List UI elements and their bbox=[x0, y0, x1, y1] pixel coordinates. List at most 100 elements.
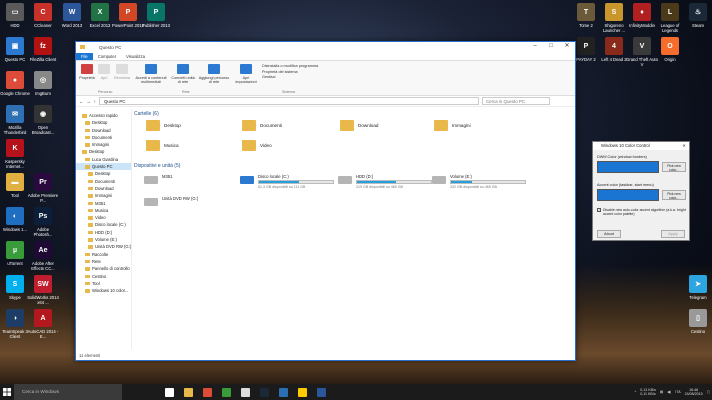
search-input[interactable]: Cerca in Questo PC bbox=[481, 97, 550, 105]
apply-button[interactable]: Apply bbox=[661, 230, 685, 238]
nav-item-desktop[interactable]: Desktop bbox=[76, 170, 131, 177]
nav-item-m351[interactable]: M351 bbox=[76, 200, 131, 207]
desktop-icon-kaspersky-internet[interactable]: K Kaspersky Internet... bbox=[0, 139, 31, 169]
nav-item-download[interactable]: Download bbox=[76, 127, 131, 134]
network-icon[interactable]: ▤ bbox=[660, 390, 663, 394]
address-bar[interactable]: Questo PC bbox=[98, 97, 479, 105]
taskbar-app-6[interactable] bbox=[274, 384, 293, 400]
maximize-button[interactable]: □ bbox=[543, 42, 559, 51]
desktop-icon-steam[interactable]: ♨ Steam bbox=[682, 3, 712, 28]
nav-item-musica[interactable]: Musica bbox=[76, 207, 131, 214]
folder-video[interactable]: Video bbox=[242, 140, 272, 151]
properties-button[interactable]: Proprietà bbox=[78, 64, 96, 80]
desktop-icon-ccleaner[interactable]: C CCleaner bbox=[27, 3, 59, 28]
folder-download[interactable]: Download bbox=[340, 120, 378, 131]
back-icon[interactable]: ← bbox=[79, 99, 83, 104]
close-button[interactable]: ✕ bbox=[559, 42, 575, 51]
color-control-window[interactable]: Windows 10 Color Control ✕ DWM Color (wi… bbox=[592, 141, 690, 241]
drive-unit-dvd-rw-g[interactable]: Unità DVD RW (G:) bbox=[162, 196, 238, 201]
nav-item-download[interactable]: Download bbox=[76, 185, 131, 192]
map-network-drive-button[interactable]: Connetti unità di rete bbox=[170, 64, 196, 84]
desktop-icon-telegram[interactable]: ➤ Telegram bbox=[682, 275, 712, 300]
up-icon[interactable]: ↑ bbox=[94, 99, 96, 104]
desktop-icon-solidworks-2014-x64[interactable]: SW SolidWorks 2014 x64 ... bbox=[27, 275, 59, 305]
desktop-icon-autocad-2014-e[interactable]: A AutoCAD 2014 - E... bbox=[27, 309, 59, 339]
start-button[interactable] bbox=[0, 384, 14, 400]
language-indicator[interactable]: ITA bbox=[675, 390, 680, 394]
folder-desktop[interactable]: Desktop bbox=[146, 120, 181, 131]
desktop-icon-cestino[interactable]: ▯ Cestino bbox=[682, 309, 712, 334]
nav-item-immagini[interactable]: Immagini bbox=[76, 192, 131, 199]
nav-item-disco-locale-c[interactable]: Disco locale (C:) bbox=[76, 221, 131, 228]
taskbar-search-box[interactable]: Cerca in Windows bbox=[14, 384, 122, 400]
nav-item-pannello-di-controllo[interactable]: Pannello di controllo bbox=[76, 265, 131, 272]
drive-hdd-d[interactable]: HDD (D:) 219 GB disponibili su 465 GB bbox=[356, 174, 432, 189]
desktop-icon-open-broadcast[interactable]: ◉ Open Broadcast... bbox=[27, 105, 59, 135]
nav-item-rete[interactable]: Rete bbox=[76, 258, 131, 265]
desktop-icon-origin[interactable]: O Origin bbox=[654, 37, 686, 62]
nav-item-unit-dvd-rw-g[interactable]: Unità DVD RW (G:) bbox=[76, 243, 131, 250]
forward-icon[interactable]: → bbox=[86, 99, 90, 104]
devices-header[interactable]: Dispositivi e unità (5) bbox=[134, 162, 180, 170]
nav-item-video[interactable]: Video bbox=[76, 214, 131, 221]
taskbar-app-0[interactable] bbox=[160, 384, 179, 400]
navigation-pane[interactable]: Accesso rapido Desktop Download Documenti Im… bbox=[76, 109, 132, 349]
taskbar-app-2[interactable] bbox=[198, 384, 217, 400]
desktop-icon-adobe-after-effects-cc[interactable]: Ae Adobe After Effects CC... bbox=[27, 241, 59, 271]
clock[interactable]: 16:48 24/08/2015 bbox=[685, 388, 703, 397]
tray-chevron-icon[interactable]: ^ bbox=[635, 390, 637, 394]
desktop-icon-adobe-photosh[interactable]: Ps Adobe Photosh... bbox=[27, 207, 59, 237]
color-control-title-bar[interactable]: Windows 10 Color Control ✕ bbox=[593, 142, 689, 150]
nav-item-desktop[interactable]: Desktop bbox=[76, 148, 131, 155]
notifications-icon[interactable]: ▢ bbox=[707, 390, 710, 394]
tab-view[interactable]: Visualizza bbox=[121, 53, 150, 60]
manage-link[interactable]: Gestisci bbox=[262, 75, 318, 81]
folders-header[interactable]: Cartelle (6) bbox=[134, 110, 571, 118]
taskbar-app-7[interactable] bbox=[293, 384, 312, 400]
nav-item-windows-10-color[interactable]: Windows 10 color... bbox=[76, 287, 131, 294]
pick-accent-color-button[interactable]: Pick new color... bbox=[662, 190, 686, 200]
nav-item-accesso-rapido[interactable]: Accesso rapido bbox=[76, 112, 131, 119]
nav-item-questo-pc[interactable]: Questo PC bbox=[76, 163, 131, 171]
nav-item-tool[interactable]: Tool bbox=[76, 280, 131, 287]
close-button[interactable]: ✕ bbox=[682, 142, 686, 150]
folder-musica[interactable]: Musica bbox=[146, 140, 179, 151]
nav-item-luca-giardina[interactable]: Luca Giardina bbox=[76, 156, 131, 163]
tab-computer[interactable]: Computer bbox=[93, 53, 121, 60]
nav-item-hdd-d[interactable]: HDD (D:) bbox=[76, 229, 131, 236]
folder-immagini[interactable]: Immagini bbox=[434, 120, 471, 131]
tab-file[interactable]: File bbox=[76, 53, 93, 60]
drive-m351[interactable]: M351 bbox=[162, 174, 238, 179]
taskbar-app-8[interactable] bbox=[312, 384, 331, 400]
taskbar-app-1[interactable] bbox=[179, 384, 198, 400]
nav-item-immagini[interactable]: Immagini bbox=[76, 141, 131, 148]
media-access-button[interactable]: Accedi a contenuti multimediali bbox=[134, 64, 168, 84]
desktop-icon-publisher-2013[interactable]: P Publisher 2013 bbox=[140, 3, 172, 28]
uninstall-program-link[interactable]: Disinstalla o modifica programma bbox=[262, 64, 318, 70]
add-network-location-button[interactable]: Aggiungi percorso di rete bbox=[198, 64, 230, 84]
desktop-icon-adobe-premiere-p[interactable]: Pr Adobe Premiere P... bbox=[27, 173, 59, 203]
taskbar-app-3[interactable] bbox=[217, 384, 236, 400]
folder-documenti[interactable]: Documenti bbox=[242, 120, 282, 131]
nav-item-volume-e[interactable]: Volume (E:) bbox=[76, 236, 131, 243]
nav-item-desktop[interactable]: Desktop bbox=[76, 119, 131, 126]
pick-dwm-color-button[interactable]: Pick new color... bbox=[662, 162, 686, 172]
nav-item-documenti[interactable]: Documenti bbox=[76, 134, 131, 141]
volume-icon[interactable]: ◀) bbox=[667, 390, 671, 394]
about-button[interactable]: About bbox=[597, 230, 621, 238]
file-explorer-window[interactable]: Questo PC – □ ✕ File Computer Visualizza… bbox=[75, 41, 576, 361]
minimize-button[interactable]: – bbox=[527, 42, 543, 51]
taskbar-app-5[interactable] bbox=[255, 384, 274, 400]
taskbar-app-4[interactable] bbox=[236, 384, 255, 400]
drive-volume-e[interactable]: Volume (E:) 332 GB disponibili su 465 GB bbox=[450, 174, 526, 189]
rename-button[interactable]: Rinomina bbox=[112, 64, 132, 80]
disable-algorithm-checkbox[interactable]: ✓ bbox=[597, 208, 601, 212]
desktop-icon-imgburn[interactable]: ◎ ImgBurn bbox=[27, 71, 59, 96]
nav-item-cestino[interactable]: Cestino bbox=[76, 273, 131, 280]
open-settings-button[interactable]: Apri impostazioni bbox=[234, 64, 258, 84]
open-button[interactable]: Apri bbox=[96, 64, 112, 80]
nav-item-documenti[interactable]: Documenti bbox=[76, 178, 131, 185]
desktop-icon-filezilla-client[interactable]: fz FileZilla Client bbox=[27, 37, 59, 62]
title-bar[interactable]: Questo PC – □ ✕ bbox=[76, 42, 575, 52]
drive-disco-locale-c[interactable]: Disco locale (C:) 51,3 GB disponibili su … bbox=[258, 174, 334, 189]
